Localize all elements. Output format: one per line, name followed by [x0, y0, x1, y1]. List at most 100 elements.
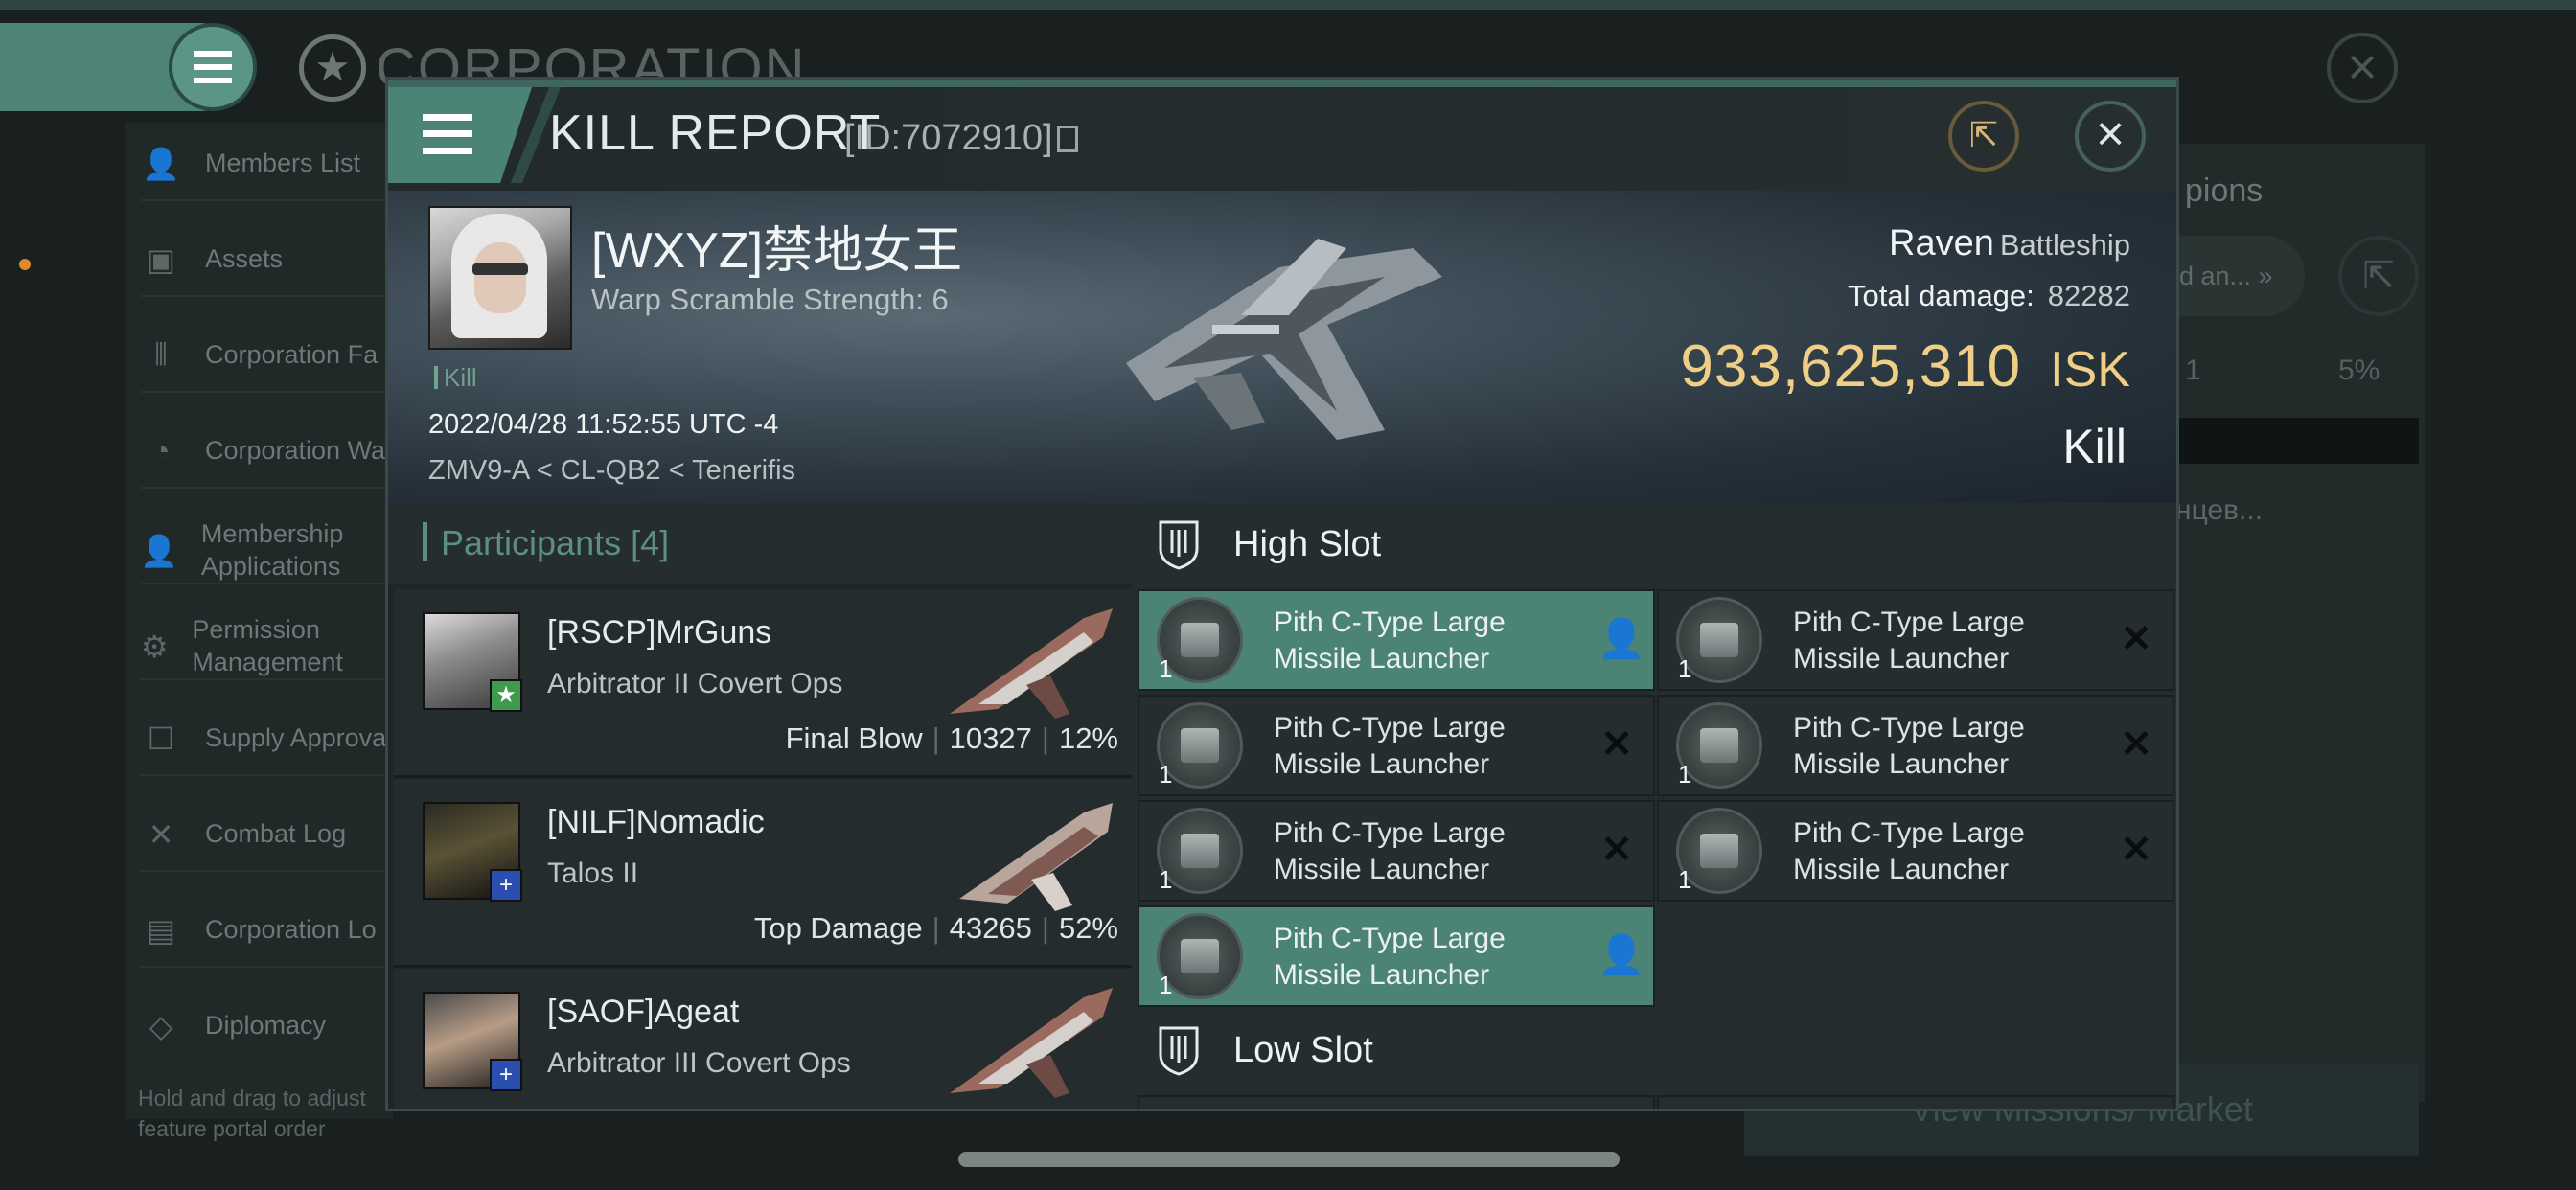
participant-damage: 43265	[949, 911, 1032, 945]
hamburger-icon[interactable]	[423, 114, 472, 154]
permission-icon: ⚙	[140, 629, 169, 664]
stats-separator: |	[932, 911, 940, 945]
panel-number: 1	[2185, 355, 2201, 386]
wallet-icon: ◔	[151, 433, 171, 468]
participant-damage: 10327	[949, 721, 1032, 755]
panel-percent: 5%	[2338, 355, 2380, 386]
high-slot-header: High Slot	[1132, 503, 2176, 585]
sidebar-item-label: Membership Applications	[200, 519, 344, 581]
participant-row[interactable]: ★ [RSCP]MrGuns Arbitrator II Covert Ops …	[394, 589, 1132, 778]
share-icon: ⇱	[1968, 115, 1999, 154]
isk-value: 933,625,310 ISK	[1680, 332, 2130, 400]
stats-separator: |	[1041, 911, 1049, 945]
facilities-icon: ⫴	[154, 337, 168, 372]
supply-icon: ☐	[147, 721, 175, 756]
participant-ship-image	[959, 803, 1113, 911]
corporation-close-button[interactable]: ×	[2327, 33, 2398, 103]
module-quantity: 1	[1159, 654, 1173, 683]
module-slot[interactable]: 1 Pith C-Type Large Missile Launcher ✕	[1138, 800, 1655, 902]
module-slot[interactable]: 1 Pith C-Type Large Missile Launcher 👤	[1138, 589, 1655, 691]
dialog-title: KILL REPORT	[549, 105, 882, 161]
copy-icon[interactable]	[1057, 126, 1078, 152]
module-quantity: 1	[1159, 760, 1173, 789]
sidebar-divider	[140, 870, 399, 872]
participant-ship-image	[950, 988, 1113, 1098]
total-damage-label: Total damage:	[1848, 279, 2035, 312]
participant-row[interactable]: + [NILF]Nomadic Talos II Top Damage | 4326…	[394, 779, 1132, 968]
top-status-line	[0, 0, 2576, 10]
notification-dot	[19, 259, 31, 270]
participant-avatar[interactable]: ★	[423, 612, 522, 712]
share-button[interactable]: ⇱	[1948, 101, 2019, 172]
hamburger-icon	[194, 51, 232, 83]
sidebar-item-label: Supply Approva	[205, 723, 387, 752]
module-name: Pith C-Type Large Missile Launcher	[1274, 712, 1506, 780]
main-menu-button[interactable]	[169, 23, 257, 111]
module-slot[interactable]: 1 Pith C-Type Large Missile Launcher ✕	[1657, 695, 2174, 796]
participant-percent: 12%	[1058, 721, 1118, 755]
missions-label: pions	[2185, 172, 2264, 209]
module-quantity: 1	[1159, 971, 1173, 999]
destroyed-x-icon: ✕	[1600, 829, 1633, 871]
kill-location[interactable]: ZMV9-A < CL-QB2 < Tenerifis	[428, 455, 795, 487]
sidebar-item-permission[interactable]: ⚙ Permission Management	[140, 613, 389, 678]
participant-avatar[interactable]: +	[423, 992, 522, 1091]
participant-ship-image	[950, 608, 1113, 719]
module-slot[interactable]: 1 Pith C-Type Large Missile Launcher ✕	[1138, 695, 1655, 796]
low-slot-icon	[1159, 1026, 1199, 1076]
kill-report-dialog: KILL REPORT [ID:7072910] ⇱ × [WXYZ]禁地女王 …	[385, 77, 2179, 1111]
ship-class: Battleship	[1999, 228, 2130, 262]
sidebar-item-label: Corporation Lo	[205, 915, 377, 944]
kill-result: Kill	[2062, 420, 2127, 473]
participants-panel: Participants [4] ★ [RSCP]MrGuns Arbitrat…	[388, 503, 1132, 1109]
dropped-person-icon: 👤	[1598, 934, 1645, 976]
avatar-glasses	[472, 263, 528, 275]
participant-avatar[interactable]: +	[423, 802, 522, 902]
module-slot[interactable]: 1 Pith C-Type Large Missile Launcher 👤	[1138, 905, 1655, 1007]
module-name: Pith C-Type Large Missile Launcher	[1274, 606, 1506, 675]
victim-avatar[interactable]	[428, 206, 572, 350]
avatar-face	[474, 242, 526, 313]
sidebar-divider	[140, 583, 399, 584]
close-button[interactable]: ×	[2075, 101, 2146, 172]
participant-role: Top Damage	[753, 911, 923, 945]
participant-ship: Arbitrator III Covert Ops	[547, 1047, 851, 1079]
sidebar-item-label: Assets	[205, 244, 284, 273]
module-slot-partial[interactable]	[1138, 1095, 1655, 1109]
victim-name[interactable]: [WXYZ]禁地女王	[591, 210, 962, 282]
home-indicator[interactable]	[958, 1152, 1620, 1167]
module-name: Pith C-Type Large Missile Launcher	[1793, 606, 2025, 675]
participant-row[interactable]: + [SAOF]Ageat Arbitrator III Covert Ops	[394, 969, 1132, 1109]
victim-ship-image[interactable]	[1097, 210, 1461, 469]
warp-scramble-strength: Warp Scramble Strength: 6	[591, 283, 949, 316]
isk-unit: ISK	[2050, 342, 2130, 398]
module-slot[interactable]: 1 Pith C-Type Large Missile Launcher ✕	[1657, 800, 2174, 902]
sidebar-item-applications[interactable]: 👤 Membership Applications	[140, 517, 389, 583]
panel-dark-bar	[2175, 418, 2419, 464]
stats-separator: |	[1041, 721, 1049, 755]
module-slot-partial[interactable]	[1657, 1095, 2174, 1109]
module-slot[interactable]: 1 Pith C-Type Large Missile Launcher ✕	[1657, 589, 2174, 691]
high-slot-label: High Slot	[1233, 524, 1382, 564]
total-damage-value: 82282	[2047, 279, 2130, 312]
destroyed-x-icon: ✕	[2120, 829, 2152, 871]
participant-role: Final Blow	[785, 721, 923, 755]
module-quantity: 1	[1678, 760, 1692, 789]
module-quantity: 1	[1159, 865, 1173, 894]
sidebar-item-label: Corporation Fa	[205, 340, 379, 369]
sidebar-item-label: Diplomacy	[205, 1011, 327, 1040]
participant-percent: 52%	[1058, 911, 1118, 945]
sidebar-divider	[140, 966, 399, 968]
module-quantity: 1	[1678, 865, 1692, 894]
dialog-top-accent	[388, 80, 2176, 87]
low-slot-label: Low Slot	[1233, 1030, 1373, 1070]
external-link-icon[interactable]: ⇱	[2338, 236, 2419, 316]
victim-ship[interactable]: Raven Battleship	[1889, 223, 2130, 264]
module-name: Pith C-Type Large Missile Launcher	[1274, 817, 1506, 885]
corporation-star-icon: ★	[299, 34, 366, 102]
plus-icon: +	[490, 869, 522, 902]
combat-icon: ✕	[148, 817, 174, 852]
module-quantity: 1	[1678, 654, 1692, 683]
participant-name: [SAOF]Ageat	[547, 994, 740, 1030]
participant-stats: Final Blow | 10327 | 12%	[786, 721, 1118, 756]
